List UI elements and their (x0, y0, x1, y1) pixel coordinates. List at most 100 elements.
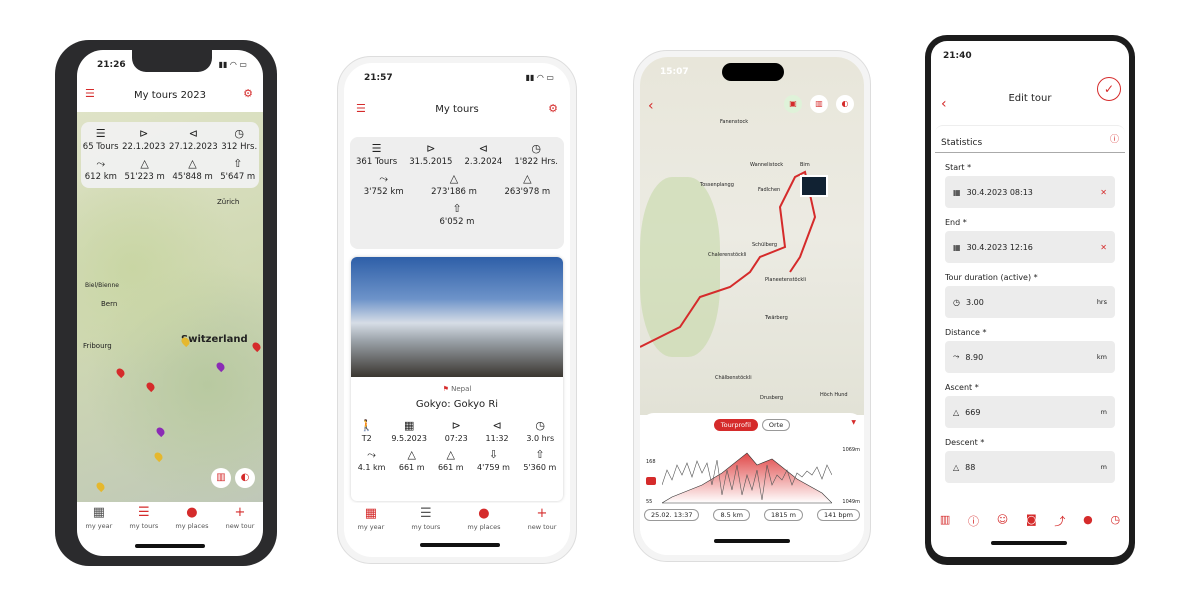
stat-hours: ◷ 312 Hrs. (221, 127, 258, 152)
info-icon[interactable]: ⓘ (968, 513, 979, 529)
map-icon[interactable]: ▥ (940, 513, 950, 529)
camera-icon[interactable]: ◙ (1026, 513, 1037, 529)
status-time: 15:07 (660, 67, 689, 77)
field-unit: m (1100, 463, 1107, 471)
tour-name: Gokyo: Gokyo Ri (415, 399, 499, 410)
chart-icon[interactable]: ⤴ (1054, 513, 1065, 529)
nav-my-places[interactable]: ● my places (467, 507, 500, 531)
stat-end: ⊲ 2.3.2024 (464, 142, 503, 167)
heart-rate-toggle[interactable] (646, 477, 656, 485)
list-icon: ☰ (95, 127, 106, 140)
map-label: Twärberg (765, 315, 788, 321)
clock-icon: ◷ (234, 127, 245, 140)
tour-distance: ⤳ 4.1 km (357, 448, 386, 472)
tour-date: ▦ 9.5.2023 (391, 419, 427, 443)
photo-layer-button[interactable]: ▣ (784, 95, 802, 113)
field-input[interactable]: ▦ 30.4.2023 12:16 ✕ (945, 231, 1115, 263)
flag-icon: ⚑ (442, 385, 449, 393)
gear-icon[interactable]: ⚙ (548, 103, 558, 114)
pin-icon[interactable]: ● (1083, 513, 1093, 529)
stat-tours: ☰ 65 Tours (82, 127, 119, 152)
nav-new-tour[interactable]: + new tour (226, 506, 255, 530)
map-pin[interactable] (114, 366, 127, 379)
stat-distance: ⤳ 3'752 km (363, 172, 404, 197)
stat-highest: ⇧ 6'052 m (439, 202, 475, 227)
map-layer-button[interactable]: ▥ (211, 468, 231, 488)
clock-icon[interactable]: ◷ (1110, 513, 1120, 529)
home-indicator (420, 543, 500, 547)
plus-icon: + (536, 506, 548, 521)
descent-icon: △ (446, 448, 455, 461)
elevation-profile-chart (662, 452, 832, 504)
ascent-icon: △ (953, 407, 960, 417)
tour-card[interactable]: ⚑ Nepal Gokyo: Gokyo Ri 🚶 T2 ▦ 9.5.2023 ⊳ 0… (351, 257, 563, 501)
end-icon: ⊲ (188, 127, 198, 140)
map-label: Bern (101, 300, 118, 308)
map-layer-button[interactable]: ▥ (810, 95, 828, 113)
calendar-icon: ▦ (953, 242, 961, 252)
nav-my-tours[interactable]: ☰ my tours (411, 507, 440, 531)
stat-ascent: △ 51'223 m (124, 157, 165, 182)
start-icon: ⊳ (139, 127, 149, 140)
plus-icon: + (234, 505, 246, 520)
nav-my-year[interactable]: ▦ my year (86, 506, 113, 530)
field-unit: hrs (1096, 298, 1107, 306)
topo-map[interactable]: Fanenstock Wannelistock Bim Tossenplangg… (640, 57, 864, 415)
tab-tourprofil[interactable]: Tourprofil (713, 419, 758, 431)
hiker-icon: 🚶 (359, 419, 374, 432)
notch (132, 50, 212, 72)
stats-panel: ☰ 65 Tours ⊳ 22.1.2023 ⊲ 27.12.2023 ◷ 312 Hr… (81, 122, 259, 188)
map-pin[interactable] (250, 340, 263, 353)
info-icon[interactable]: ⓘ (1110, 132, 1119, 145)
nav-my-year[interactable]: ▦ my year (358, 507, 385, 531)
photo-thumbnail[interactable] (800, 175, 828, 197)
field-input[interactable]: ⤳ 8.90 km (945, 341, 1115, 373)
face-icon[interactable]: ☺ (997, 513, 1008, 529)
tour-descent: △ 661 m (437, 448, 464, 472)
tour-route (640, 170, 817, 348)
form-field: Distance * ⤳ 8.90 km (945, 328, 1115, 373)
clear-icon[interactable]: ✕ (1100, 188, 1107, 197)
stat-distance: ⤳ 612 km (84, 157, 117, 182)
descent-icon: △ (188, 157, 197, 170)
tour-start: ⊳ 07:23 (444, 419, 468, 443)
nav-my-places[interactable]: ● my places (175, 506, 208, 530)
map-pin[interactable] (214, 360, 227, 373)
field-input[interactable]: △ 669 m (945, 396, 1115, 428)
map-pin[interactable] (144, 380, 157, 393)
field-input[interactable]: ▦ 30.4.2023 08:13 ✕ (945, 176, 1115, 208)
nav-my-tours[interactable]: ☰ my tours (129, 506, 158, 530)
contrast-button[interactable]: ◐ (235, 468, 255, 488)
map-pin[interactable] (94, 480, 107, 493)
stat-start: ⊳ 31.5.2015 (409, 142, 453, 167)
distance-icon: ⤳ (953, 352, 960, 361)
page-title: My tours (435, 104, 479, 115)
page-title: My tours 2023 (133, 90, 207, 101)
lowest-icon: ⇩ (488, 448, 499, 461)
clock-icon: ◷ (535, 419, 546, 432)
clear-icon[interactable]: ✕ (1100, 243, 1107, 252)
calendar-icon: ▦ (92, 505, 106, 520)
field-value: 3.00 (965, 297, 984, 307)
map-pin[interactable] (152, 450, 165, 463)
field-input[interactable]: △ 88 m (945, 451, 1115, 483)
dynamic-island (722, 63, 784, 81)
form-field: Ascent * △ 669 m (945, 383, 1115, 428)
tab-orte[interactable]: Orte (761, 419, 791, 431)
elevation-min-label: 1049m (842, 499, 860, 505)
tour-difficulty: 🚶 T2 (359, 419, 374, 443)
contrast-button[interactable]: ◐ (836, 95, 854, 113)
nav-new-tour[interactable]: + new tour (528, 507, 557, 531)
highest-icon: ⇧ (452, 202, 462, 215)
save-check-button[interactable]: ✓ (1097, 77, 1121, 101)
end-icon: ⊲ (492, 419, 502, 432)
tour-ascent: △ 661 m (398, 448, 425, 472)
gear-icon[interactable]: ⚙ (243, 88, 253, 99)
field-input[interactable]: ◷ 3.00 hrs (945, 286, 1115, 318)
distance-icon: ⤳ (96, 157, 106, 170)
dropdown-icon[interactable]: ▼ (851, 419, 856, 426)
map-pin[interactable] (154, 425, 167, 438)
back-icon[interactable]: ‹ (648, 99, 654, 113)
form-field: Descent * △ 88 m (945, 438, 1115, 483)
field-label: Tour duration (active) * (945, 273, 1038, 282)
